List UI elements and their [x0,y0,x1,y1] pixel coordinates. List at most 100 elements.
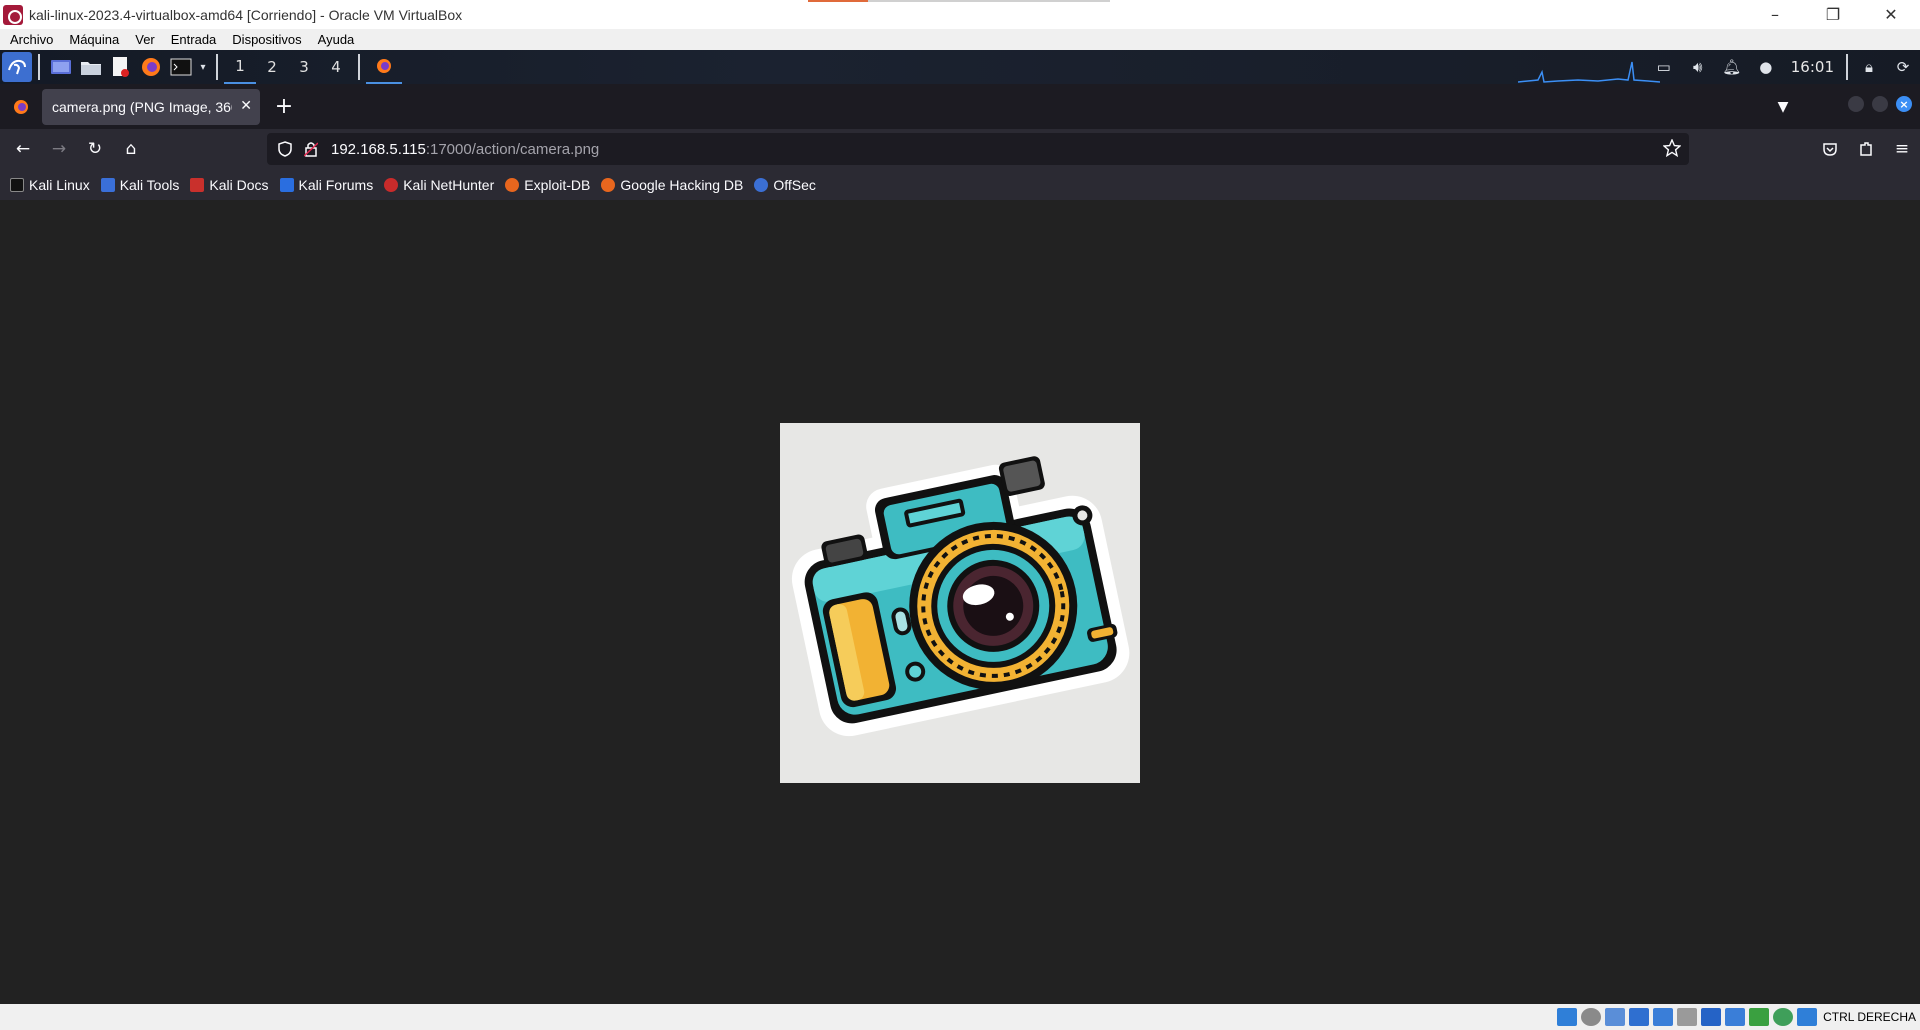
bookmark-kali-nethunter[interactable]: Kali NetHunter [384,177,494,193]
window-title: kali-linux-2023.4-virtualbox-amd64 [Corr… [29,6,463,23]
optical-drive-icon[interactable] [1581,1008,1602,1026]
wm-close-button[interactable]: × [1896,96,1912,112]
firefox-tabbar: camera.png (PNG Image, 360 × 360 pixels)… [0,84,1920,129]
kali-forums-icon [279,177,294,192]
pocket-icon[interactable] [1812,133,1848,165]
cpu-graph [1518,61,1660,83]
workspace-1[interactable]: 1 [224,50,256,84]
firefox-navbar: ← → ↻ ⌂ 192.168.5.115:17000/action/camer… [0,129,1920,169]
firefox-view-icon[interactable] [0,98,42,116]
menu-ver[interactable]: Ver [125,32,161,47]
bookmark-label: Exploit-DB [524,176,591,193]
tab-title: camera.png (PNG Image, 360 × 360 pixels) [52,98,232,115]
close-button[interactable]: ✕ [1862,0,1920,29]
new-tab-button[interactable]: + [266,89,302,125]
bookmark-kali-tools[interactable]: Kali Tools [100,176,180,193]
wm-maximize-button[interactable] [1872,96,1888,112]
panel-clock[interactable]: 16:01 [1783,58,1842,76]
bookmark-kali-forums[interactable]: Kali Forums [279,177,373,193]
recording-icon[interactable] [1725,1008,1746,1026]
hard-disk-icon[interactable] [1557,1008,1578,1026]
camera-image[interactable] [780,423,1140,783]
bookmark-label: Kali Linux [29,176,90,193]
bookmarks-toolbar: Kali Linux Kali Tools Kali Docs Kali For… [0,169,1920,200]
workspace-3[interactable]: 3 [288,50,320,84]
text-editor-icon[interactable] [106,52,136,82]
desktop-icon[interactable] [46,52,76,82]
camera-illustration [791,456,1130,737]
panel-separator [38,54,40,80]
panel-separator [216,54,218,80]
mouse-integration-icon[interactable] [1797,1008,1818,1026]
tab-close-icon[interactable]: ✕ [240,97,252,114]
kali-menu-icon[interactable] [2,52,32,82]
virtualbox-icon [3,4,23,25]
taskbar-firefox-window[interactable] [366,50,402,84]
url-path: :17000/action/camera.png [425,140,600,158]
extensions-icon[interactable] [1848,133,1884,165]
notifications-icon[interactable]: 🔔︎ [1715,50,1749,84]
bookmark-offsec[interactable]: OffSec [754,177,816,193]
terminal-dropdown-icon[interactable]: ▾ [196,50,210,84]
lock-icon[interactable]: 🔒︎ [1852,50,1886,84]
menu-archivo[interactable]: Archivo [0,32,59,47]
bookmark-star-icon[interactable] [1662,138,1682,161]
bookmark-kali-linux[interactable]: Kali Linux [10,177,90,193]
usb-icon[interactable] [1653,1008,1674,1026]
home-button[interactable]: ⌂ [113,133,149,165]
google-hacking-db-icon [601,177,616,192]
tracking-protection-icon[interactable] [273,141,297,157]
url-bar[interactable]: 192.168.5.115:17000/action/camera.png [267,133,1689,165]
bookmark-kali-docs[interactable]: Kali Docs [190,176,269,193]
bookmark-label: Kali Docs [209,176,269,193]
window-manager-buttons: × [1848,96,1912,112]
display-settings-icon[interactable] [1701,1008,1722,1026]
menu-maquina[interactable]: Máquina [59,32,125,47]
firefox-icon[interactable] [136,52,166,82]
reload-button[interactable]: ↻ [77,133,113,165]
url-text[interactable]: 192.168.5.115:17000/action/camera.png [331,141,599,158]
guest-additions-icon[interactable] [1773,1008,1794,1026]
workspace-2[interactable]: 2 [256,50,288,84]
shared-folders-icon[interactable] [1677,1008,1698,1026]
vbox-menubar: Archivo Máquina Ver Entrada Dispositivos… [0,29,1920,50]
menu-dispositivos[interactable]: Dispositivos [222,32,307,47]
system-tray: ▭ 🔊︎ 🔔︎ ● 16:01 🔒︎ ⟳ [1647,50,1920,84]
menu-ayuda[interactable]: Ayuda [308,32,361,47]
host-key-label: CTRL DERECHA [1823,1010,1916,1024]
image-viewer-content [0,200,1920,1004]
logout-icon[interactable]: ⟳ [1886,50,1920,84]
kali-docs-icon [190,177,205,192]
exploit-db-icon [505,177,520,192]
tab-camera-png[interactable]: camera.png (PNG Image, 360 × 360 pixels)… [42,88,260,125]
volume-icon[interactable]: 🔊︎ [1681,50,1715,84]
bookmark-label: Google Hacking DB [620,176,744,193]
audio-icon[interactable] [1605,1008,1626,1026]
kali-nethunter-icon [384,177,399,192]
workspace-4[interactable]: 4 [320,50,352,84]
power-icon[interactable]: ● [1749,50,1783,84]
wm-minimize-button[interactable] [1848,96,1864,112]
minimize-button[interactable]: – [1746,0,1804,29]
cpu-activity-icon[interactable] [1749,1008,1770,1026]
tray-separator [1846,54,1848,80]
insecure-lock-icon[interactable] [299,141,323,157]
back-button[interactable]: ← [5,133,41,165]
kali-linux-icon [10,177,24,192]
list-all-tabs-icon[interactable]: ▼ [1766,84,1800,129]
file-manager-icon[interactable] [76,52,106,82]
app-menu-icon[interactable]: ≡ [1884,133,1920,165]
terminal-icon[interactable] [166,52,196,82]
bookmark-exploit-db[interactable]: Exploit-DB [505,177,590,193]
bookmark-google-hacking-db[interactable]: Google Hacking DB [601,177,743,193]
menu-entrada[interactable]: Entrada [161,32,223,47]
bookmark-label: Kali Tools [119,176,180,193]
titlebar-progress [808,0,1110,2]
kali-tools-icon [100,177,115,192]
forward-button[interactable]: → [41,133,77,165]
display-icon[interactable]: ▭ [1647,50,1681,84]
restore-button[interactable]: ❐ [1804,0,1862,29]
bookmark-label: OffSec [773,176,816,193]
network-icon[interactable] [1629,1008,1650,1026]
window-titlebar: kali-linux-2023.4-virtualbox-amd64 [Corr… [0,0,1920,29]
